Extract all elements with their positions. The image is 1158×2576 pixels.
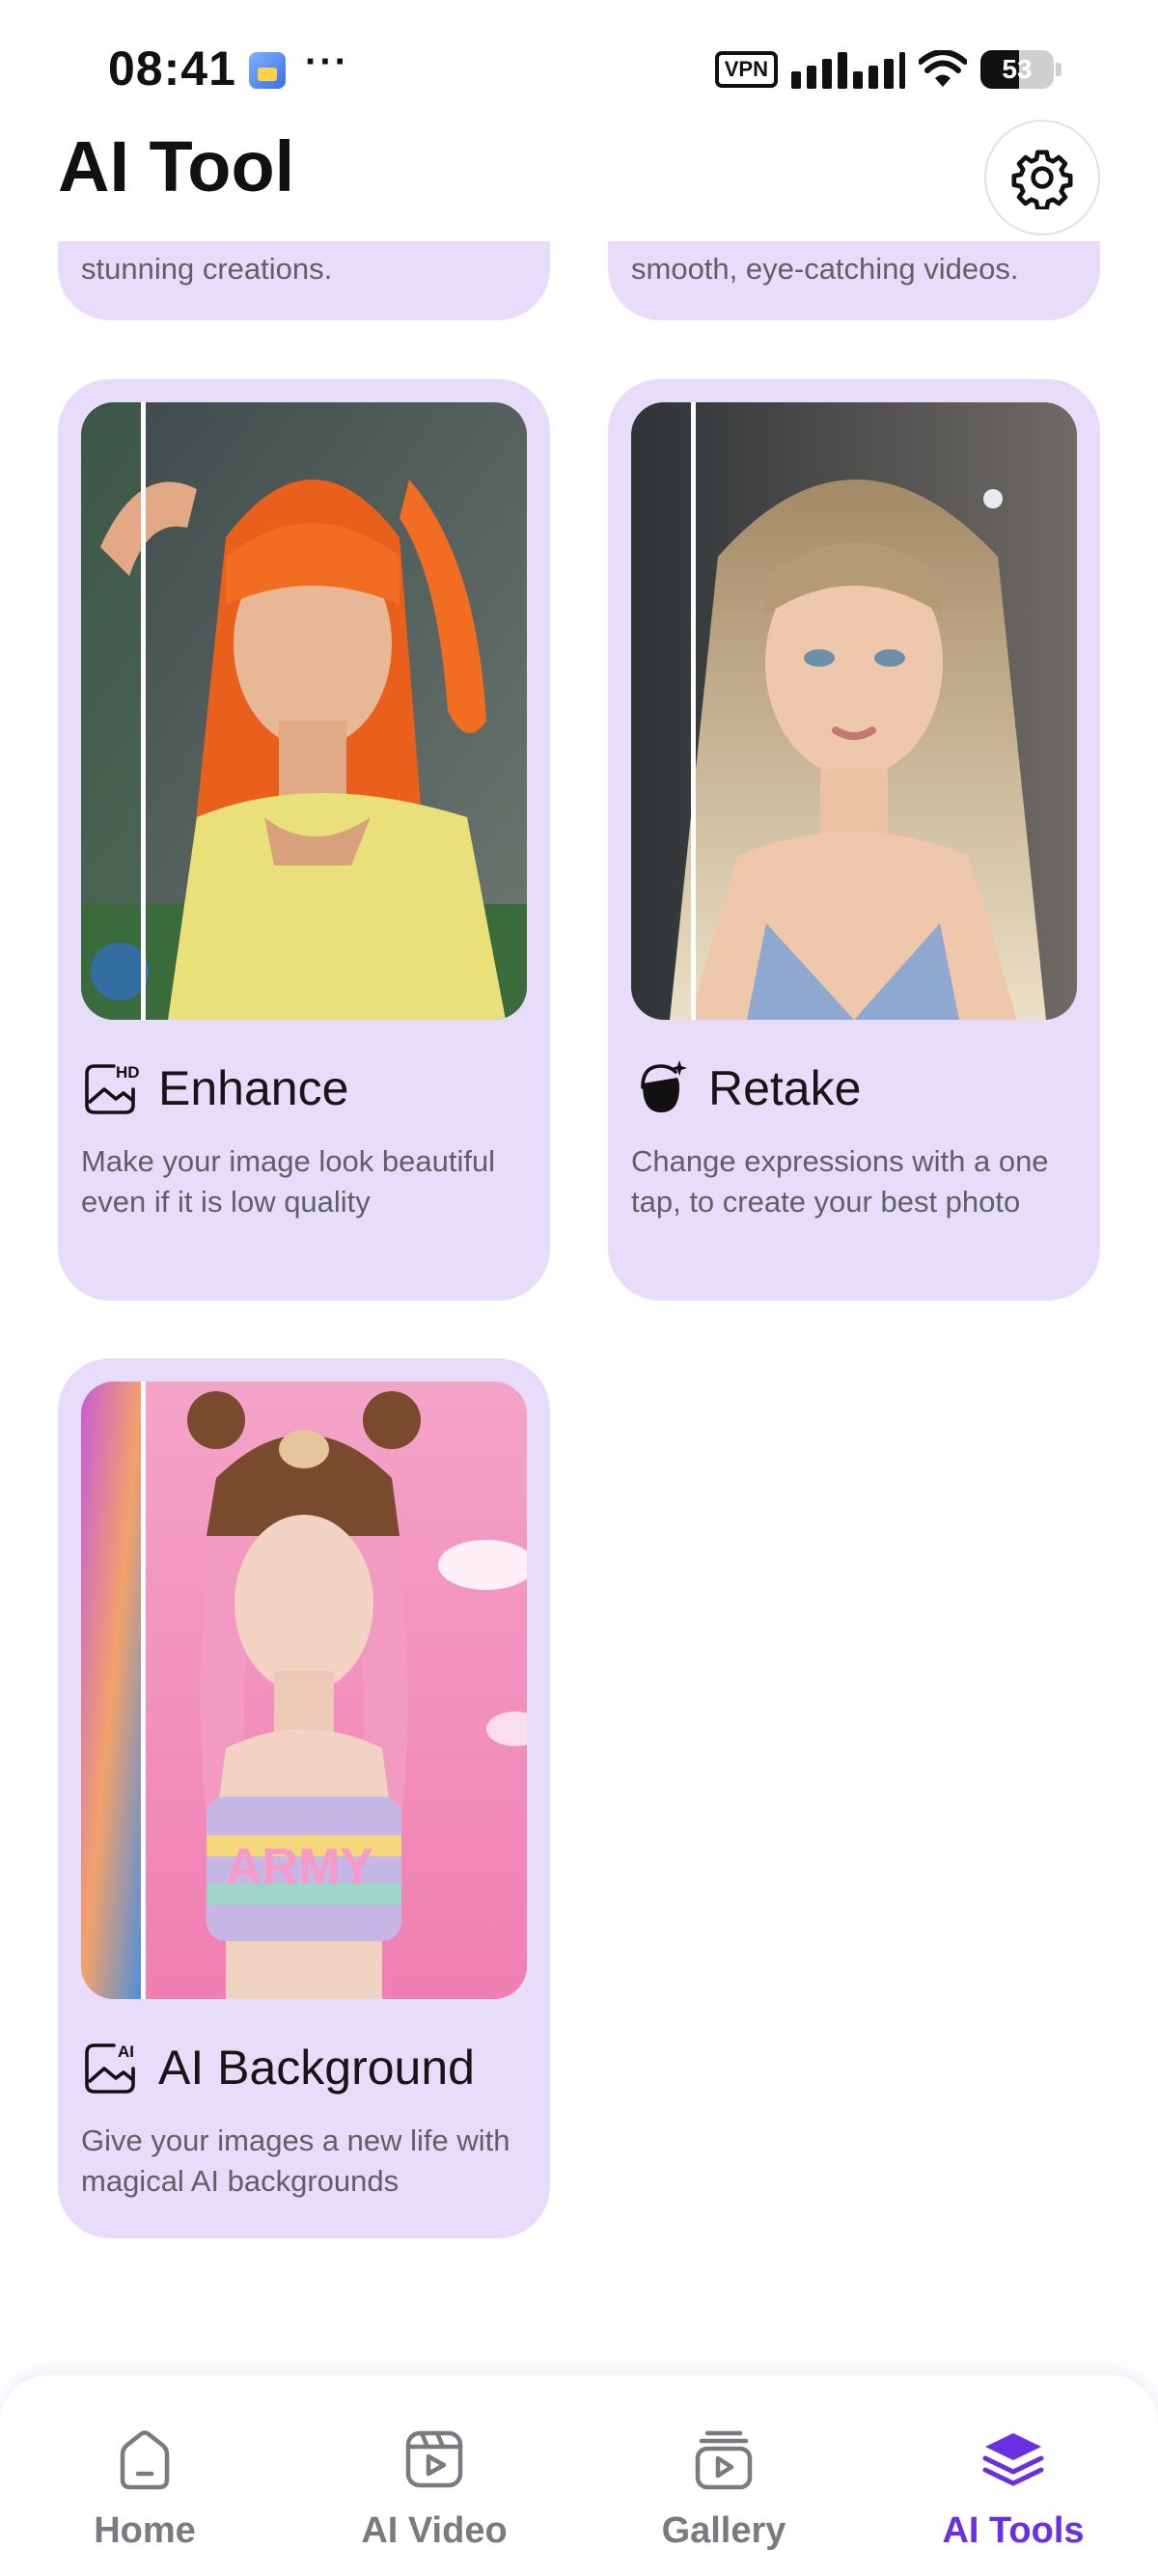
tool-description: stunning creations. <box>81 252 333 286</box>
retake-portrait-image <box>631 402 1077 1020</box>
tool-card-retake[interactable]: Retake Change expressions with a one tap… <box>608 379 1100 1301</box>
home-icon <box>120 2430 170 2490</box>
enhance-portrait-image <box>81 402 527 1020</box>
nav-label: Home <box>94 2510 196 2551</box>
more-notifications-icon: ··· <box>305 41 349 83</box>
nav-item-ai-video[interactable]: AI Video <box>290 2375 579 2576</box>
tool-card-partial-left[interactable]: stunning creations. <box>58 241 550 320</box>
wifi-icon <box>919 50 967 87</box>
nav-label: Gallery <box>661 2510 786 2551</box>
status-indicators: VPN 53 <box>714 48 1062 91</box>
tool-title-row: HD Enhance <box>81 1055 348 1122</box>
status-time: 08:41 <box>108 41 236 96</box>
tool-title: AI Background <box>158 2041 475 2095</box>
tool-title: Enhance <box>158 1061 349 1115</box>
page-title: AI Tool <box>58 126 295 206</box>
ai-image-icon: AI <box>85 2042 135 2094</box>
ai-background-portrait-image: ARMY <box>81 1382 527 1999</box>
tools-grid: stunning creations. smooth, eye-catching… <box>0 241 1158 2364</box>
ai-background-preview-image: ARMY <box>81 1382 527 1999</box>
nav-item-home[interactable]: Home <box>0 2375 290 2576</box>
battery-level: 53 <box>1002 54 1033 84</box>
tool-description: Give your images a new life with magical… <box>81 2124 510 2198</box>
vpn-badge: VPN <box>714 51 778 88</box>
tool-card-ai-background[interactable]: ARMY AI AI Background Give your images a… <box>58 1358 550 2238</box>
gear-icon <box>1011 150 1073 209</box>
tool-description: Make your image look beautiful even if i… <box>81 1144 496 1219</box>
signal-icon <box>791 52 905 89</box>
compare-divider[interactable] <box>141 402 146 1020</box>
tool-title-row: Retake <box>631 1055 861 1122</box>
compare-divider[interactable] <box>691 402 696 1020</box>
svg-text:AI: AI <box>118 2042 134 2061</box>
nav-item-gallery[interactable]: Gallery <box>579 2375 868 2576</box>
hd-image-icon: HD <box>85 1063 140 1114</box>
svg-text:ARMY: ARMY <box>226 1839 373 1895</box>
nav-item-ai-tools[interactable]: AI Tools <box>868 2375 1158 2576</box>
retake-preview-image <box>631 402 1077 1020</box>
layers-icon <box>982 2433 1044 2486</box>
status-bar: 08:41 ··· VPN 53 <box>0 0 1158 135</box>
nav-label: AI Video <box>361 2510 508 2551</box>
nav-label: AI Tools <box>942 2510 1085 2551</box>
battery-icon: 53 <box>980 50 1054 89</box>
face-sparkle-icon <box>641 1060 687 1112</box>
battery-tip <box>1056 63 1062 76</box>
compare-divider[interactable] <box>141 1382 146 1999</box>
gallery-app-icon <box>249 52 286 89</box>
tool-description: Change expressions with a one tap, to cr… <box>631 1144 1049 1219</box>
video-play-icon <box>405 2430 463 2488</box>
tool-description: smooth, eye-catching videos. <box>631 252 1019 286</box>
settings-button[interactable] <box>984 120 1100 235</box>
svg-text:HD: HD <box>116 1063 140 1082</box>
gallery-icon <box>695 2430 753 2490</box>
tool-card-enhance[interactable]: HD Enhance Make your image look beautifu… <box>58 379 550 1301</box>
bottom-nav: Home AI Video Gallery AI Tools <box>0 2375 1158 2576</box>
tool-title-row: AI AI Background <box>81 2034 475 2101</box>
screen: 08:41 ··· VPN 53 AI Tool stunning creati… <box>0 0 1158 2576</box>
tool-title: Retake <box>708 1061 862 1115</box>
tool-card-partial-right[interactable]: smooth, eye-catching videos. <box>608 241 1100 320</box>
enhance-preview-image <box>81 402 527 1020</box>
